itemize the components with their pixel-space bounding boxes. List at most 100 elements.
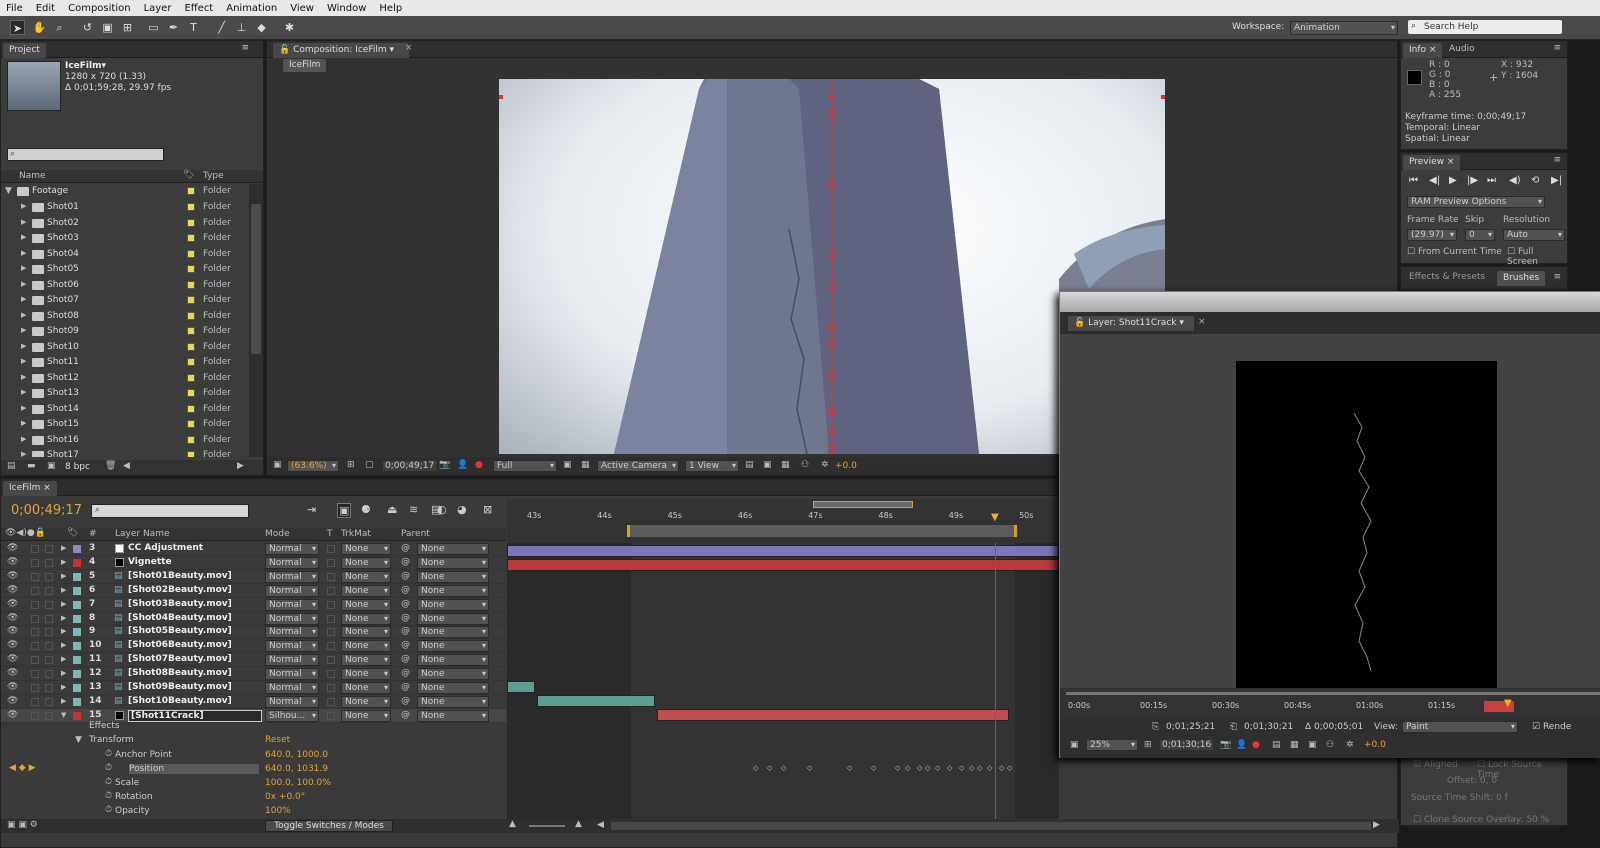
expand-triangle-icon[interactable]: ▶ bbox=[21, 419, 26, 427]
property-row[interactable]: ⏱ Opacity 100% bbox=[1, 805, 506, 819]
keyframe-diamond-icon[interactable]: ◇ bbox=[987, 764, 992, 772]
panel-menu-icon[interactable]: ≡ bbox=[1553, 155, 1561, 165]
grid-icon[interactable]: ⊞ bbox=[1144, 740, 1152, 750]
type-tool-icon[interactable]: T bbox=[186, 20, 201, 35]
flowchart-icon[interactable]: ⚇ bbox=[801, 460, 809, 470]
mode-select[interactable]: Normal bbox=[265, 612, 319, 625]
list-item[interactable]: ▶ Shot05 Folder bbox=[1, 262, 249, 277]
visibility-eye-icon[interactable]: 👁 bbox=[7, 654, 18, 664]
solo-switch[interactable] bbox=[31, 642, 39, 651]
show-snapshot-icon[interactable]: 👤 bbox=[1236, 740, 1247, 750]
layer-label-color[interactable] bbox=[73, 572, 81, 581]
visibility-eye-icon[interactable]: 👁 bbox=[7, 626, 18, 636]
frame-rate-select[interactable]: (29.97) bbox=[1407, 229, 1457, 241]
layer-name[interactable]: [Shot05Beauty.mov] bbox=[128, 626, 232, 636]
interpret-footage-icon[interactable]: ▤ bbox=[7, 461, 16, 471]
trkmat-select[interactable]: None bbox=[341, 543, 391, 555]
source-time-shift[interactable]: Source Time Shift: 0 f bbox=[1411, 793, 1508, 803]
ram-preview-select[interactable]: RAM Preview Options bbox=[1407, 196, 1545, 208]
layer-label-color[interactable] bbox=[73, 614, 81, 623]
fast-preview-icon[interactable]: ▣ bbox=[763, 460, 772, 470]
scroll-left-icon[interactable]: ◀ bbox=[597, 820, 604, 830]
scroll-right-icon[interactable]: ▶ bbox=[237, 461, 244, 471]
list-item[interactable]: ▶ Shot01 Folder bbox=[1, 200, 249, 215]
keyframe-diamond-icon[interactable]: ◇ bbox=[999, 764, 1004, 772]
layer-name[interactable]: [Shot07Beauty.mov] bbox=[128, 654, 232, 664]
pickwhip-icon[interactable]: @ bbox=[401, 613, 410, 623]
expand-triangle-icon[interactable]: ▶ bbox=[61, 614, 66, 622]
lock-switch[interactable] bbox=[45, 614, 53, 623]
resolution-select[interactable]: Full bbox=[493, 460, 557, 472]
tab-audio[interactable]: Audio bbox=[1449, 44, 1475, 54]
layer-row[interactable]: 👁 ▶ 5 ▤ [Shot01Beauty.mov] Normal None @… bbox=[1, 570, 506, 584]
rotate-tool-icon[interactable]: ↺ bbox=[80, 20, 95, 35]
channel-icon[interactable]: ● bbox=[475, 460, 483, 470]
keyframe-diamond-icon[interactable]: ◇ bbox=[1007, 764, 1012, 772]
offset-value[interactable]: Offset: 0, 0 bbox=[1447, 776, 1497, 786]
expand-triangle-icon[interactable]: ▶ bbox=[21, 326, 26, 334]
layer-label-color[interactable] bbox=[73, 684, 81, 692]
layer-row[interactable]: 👁 ▶ 12 ▤ [Shot08Beauty.mov] Normal None … bbox=[1, 667, 506, 682]
visibility-eye-icon[interactable]: 👁 bbox=[7, 696, 18, 706]
menu-file[interactable]: File bbox=[6, 3, 23, 14]
tab-brushes[interactable]: Brushes bbox=[1497, 271, 1546, 286]
preserve-transparency[interactable] bbox=[327, 614, 335, 623]
property-name[interactable]: Scale bbox=[115, 778, 139, 788]
effects-group[interactable]: Effects bbox=[89, 721, 120, 731]
list-item[interactable]: ▶ Shot16 Folder bbox=[1, 433, 249, 448]
always-preview-icon[interactable]: ▣ bbox=[1070, 740, 1079, 750]
visibility-eye-icon[interactable]: 👁 bbox=[7, 571, 18, 581]
list-item[interactable]: ▶ Shot12 Folder bbox=[1, 371, 249, 386]
footer-icons[interactable]: ▣ ▣ ⚙ bbox=[7, 820, 38, 830]
parent-select[interactable]: None bbox=[417, 695, 489, 708]
expand-triangle-icon[interactable]: ▼ bbox=[75, 735, 82, 745]
tab-info[interactable]: Info × bbox=[1403, 43, 1443, 58]
toggle-switches-button[interactable]: Toggle Switches / Modes bbox=[265, 820, 393, 832]
list-item[interactable]: ▶ Shot08 Folder bbox=[1, 309, 249, 324]
render-checkbox[interactable]: ☑ Rende bbox=[1532, 722, 1571, 732]
exposure-value[interactable]: +0.0 bbox=[1364, 740, 1386, 750]
timeline-icon[interactable]: ▦ bbox=[781, 460, 790, 470]
mode-select[interactable]: Normal bbox=[265, 556, 319, 569]
solo-switch[interactable] bbox=[31, 614, 39, 623]
graph-icon[interactable]: ⊠ bbox=[483, 503, 492, 516]
keyframe-diamond-icon[interactable]: ◇ bbox=[977, 764, 982, 772]
keyframe-diamond-icon[interactable]: ◇ bbox=[947, 764, 952, 772]
property-value[interactable]: 100.0, 100.0% bbox=[265, 778, 331, 788]
layer-row[interactable]: 👁 ▶ 4 Vignette Normal None @ None bbox=[1, 556, 506, 570]
project-search-input[interactable]: ⌕ bbox=[7, 148, 164, 161]
col-type-header[interactable]: Type bbox=[203, 171, 224, 181]
solo-switch[interactable] bbox=[31, 670, 39, 679]
panel-menu-icon[interactable]: ≡ bbox=[241, 43, 249, 53]
mode-select[interactable]: Normal bbox=[265, 654, 319, 667]
close-icon[interactable]: × bbox=[1198, 317, 1206, 327]
layer-row[interactable]: 👁 ▶ 3 CC Adjustment Normal None @ None bbox=[1, 542, 506, 556]
zoom-out-icon[interactable]: ▲ bbox=[509, 819, 516, 829]
visibility-eye-icon[interactable]: 👁 bbox=[7, 613, 18, 623]
mode-select[interactable]: Normal bbox=[265, 682, 319, 694]
preserve-transparency[interactable] bbox=[327, 642, 335, 651]
layer-label-color[interactable] bbox=[73, 558, 81, 567]
graph-editor-icon[interactable]: ◐ bbox=[437, 503, 447, 516]
pickwhip-icon[interactable]: @ bbox=[401, 640, 410, 650]
layer-duration-bar[interactable] bbox=[507, 681, 535, 693]
resolution-select[interactable]: Auto bbox=[1503, 229, 1565, 241]
menu-animation[interactable]: Animation bbox=[226, 3, 277, 14]
comp-breadcrumb[interactable]: IceFilm bbox=[283, 59, 327, 72]
keyframe-diamond-icon[interactable]: ◇ bbox=[871, 764, 876, 772]
layer-row[interactable]: 👁 ▶ 14 ▤ [Shot10Beauty.mov] Normal None … bbox=[1, 695, 506, 709]
transparency-grid-icon[interactable]: ▦ bbox=[581, 460, 590, 470]
mode-select[interactable]: Normal bbox=[265, 584, 319, 597]
hand-tool-icon[interactable]: ✋ bbox=[32, 20, 47, 35]
expand-triangle-icon[interactable]: ▶ bbox=[21, 388, 26, 396]
visibility-eye-icon[interactable]: 👁 bbox=[7, 585, 18, 595]
layer-nav-bar[interactable] bbox=[1066, 692, 1600, 695]
expand-triangle-icon[interactable]: ▶ bbox=[61, 558, 66, 566]
skip-select[interactable]: 0 bbox=[1465, 229, 1495, 241]
view-layout-select[interactable]: 1 View bbox=[685, 460, 739, 472]
layer-name[interactable]: [Shot08Beauty.mov] bbox=[128, 668, 232, 678]
lock-switch[interactable] bbox=[45, 545, 53, 553]
keyframe-diamond-icon[interactable]: ◇ bbox=[935, 764, 940, 772]
from-current-checkbox[interactable]: ☐ From Current Time bbox=[1407, 247, 1502, 257]
expand-triangle-icon[interactable]: ▶ bbox=[61, 655, 66, 663]
